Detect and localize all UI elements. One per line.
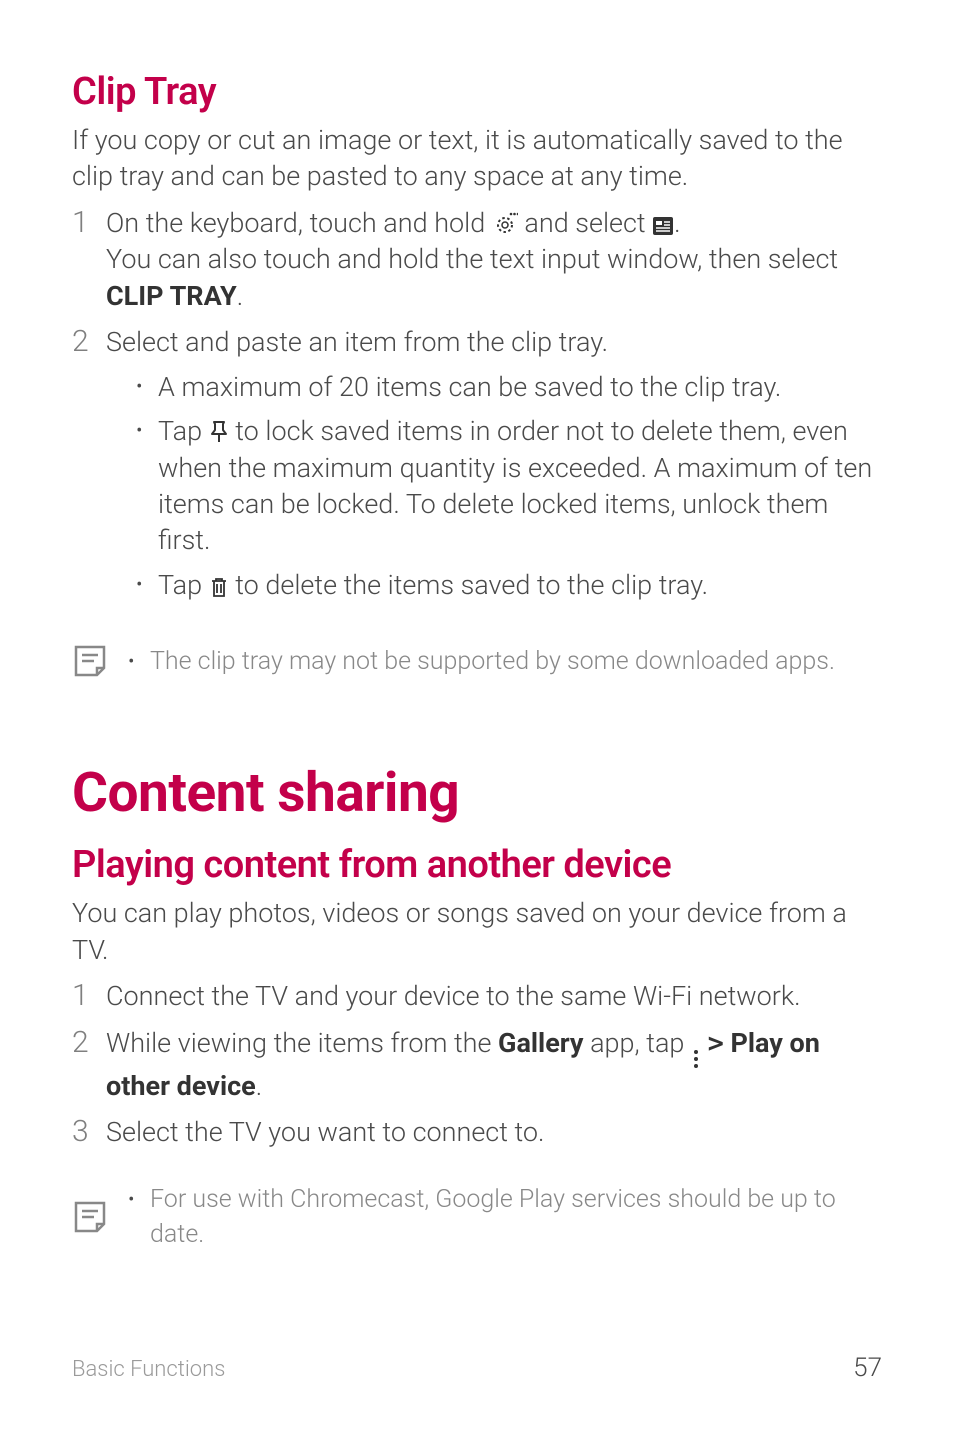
clip-tray-intro: If you copy or cut an image or text, it … bbox=[72, 122, 882, 195]
bullet-dot: • bbox=[128, 644, 138, 679]
footer-section-name: Basic Functions bbox=[72, 1357, 225, 1382]
step-1: 1 Connect the TV and your device to the … bbox=[72, 978, 882, 1014]
note-box: • For use with Chromecast, Google Play s… bbox=[72, 1172, 882, 1262]
note-text: For use with Chromecast, Google Play ser… bbox=[150, 1182, 882, 1252]
playing-content-intro: You can play photos, videos or songs sav… bbox=[72, 895, 882, 968]
bullet-dot: • bbox=[136, 413, 146, 559]
heading-clip-tray: Clip Tray bbox=[72, 70, 882, 114]
bullet-dot: • bbox=[128, 1182, 138, 1252]
step-1: 1 On the keyboard, touch and hold and se… bbox=[72, 205, 882, 314]
text: app, tap bbox=[584, 1027, 692, 1059]
bullet-item: • Tap to lock saved items in order not t… bbox=[136, 413, 882, 559]
step-number: 2 bbox=[72, 324, 94, 611]
trash-icon bbox=[209, 576, 229, 598]
clip-tray-label: CLIP TRAY bbox=[106, 280, 237, 312]
note-icon bbox=[72, 1199, 108, 1235]
heading-playing-content: Playing content from another device bbox=[72, 843, 882, 887]
step-2: 2 Select and paste an item from the clip… bbox=[72, 324, 882, 611]
bullet-item: • Tap to delete the items saved to the c… bbox=[136, 567, 882, 603]
step-body: Connect the TV and your device to the sa… bbox=[106, 978, 882, 1014]
bullet-dot: • bbox=[136, 567, 146, 603]
text: A maximum of 20 items can be saved to th… bbox=[158, 369, 781, 405]
heading-content-sharing: Content sharing bbox=[72, 761, 882, 825]
text: You can also touch and hold the text inp… bbox=[106, 243, 838, 275]
text: Tap bbox=[158, 569, 209, 601]
text: Tap bbox=[158, 415, 209, 447]
footer-page-number: 57 bbox=[853, 1353, 882, 1383]
step-body: While viewing the items from the Gallery… bbox=[106, 1025, 882, 1104]
note-icon bbox=[72, 643, 108, 679]
more-icon bbox=[694, 1050, 698, 1068]
text: . bbox=[674, 207, 680, 239]
pin-icon bbox=[209, 420, 229, 444]
step-body: Select and paste an item from the clip t… bbox=[106, 324, 882, 611]
note-text: The clip tray may not be supported by so… bbox=[150, 644, 835, 679]
step-3: 3 Select the TV you want to connect to. bbox=[72, 1114, 882, 1150]
text: to delete the items saved to the clip tr… bbox=[229, 569, 708, 601]
bullet-dot: • bbox=[136, 369, 146, 405]
step-number: 3 bbox=[72, 1114, 94, 1150]
gallery-label: Gallery bbox=[498, 1027, 583, 1059]
text: While viewing the items from the bbox=[106, 1027, 498, 1059]
text: . bbox=[237, 280, 243, 312]
step-body: On the keyboard, touch and hold and sele… bbox=[106, 205, 882, 314]
step-number: 2 bbox=[72, 1025, 94, 1104]
text: and select bbox=[518, 207, 652, 239]
note-box: • The clip tray may not be supported by … bbox=[72, 633, 882, 689]
page-footer: Basic Functions 57 bbox=[72, 1353, 882, 1383]
nav-separator: > bbox=[708, 1028, 724, 1059]
step-number: 1 bbox=[72, 205, 94, 314]
bullet-item: • A maximum of 20 items can be saved to … bbox=[136, 369, 882, 405]
text: to lock saved items in order not to dele… bbox=[158, 415, 872, 556]
gear-dots-icon bbox=[492, 212, 518, 236]
text: . bbox=[256, 1070, 262, 1102]
step-number: 1 bbox=[72, 978, 94, 1014]
step-2: 2 While viewing the items from the Galle… bbox=[72, 1025, 882, 1104]
text: Select and paste an item from the clip t… bbox=[106, 326, 608, 358]
text: On the keyboard, touch and hold bbox=[106, 207, 492, 239]
clip-tray-icon bbox=[652, 216, 674, 236]
step-body: Select the TV you want to connect to. bbox=[106, 1114, 882, 1150]
